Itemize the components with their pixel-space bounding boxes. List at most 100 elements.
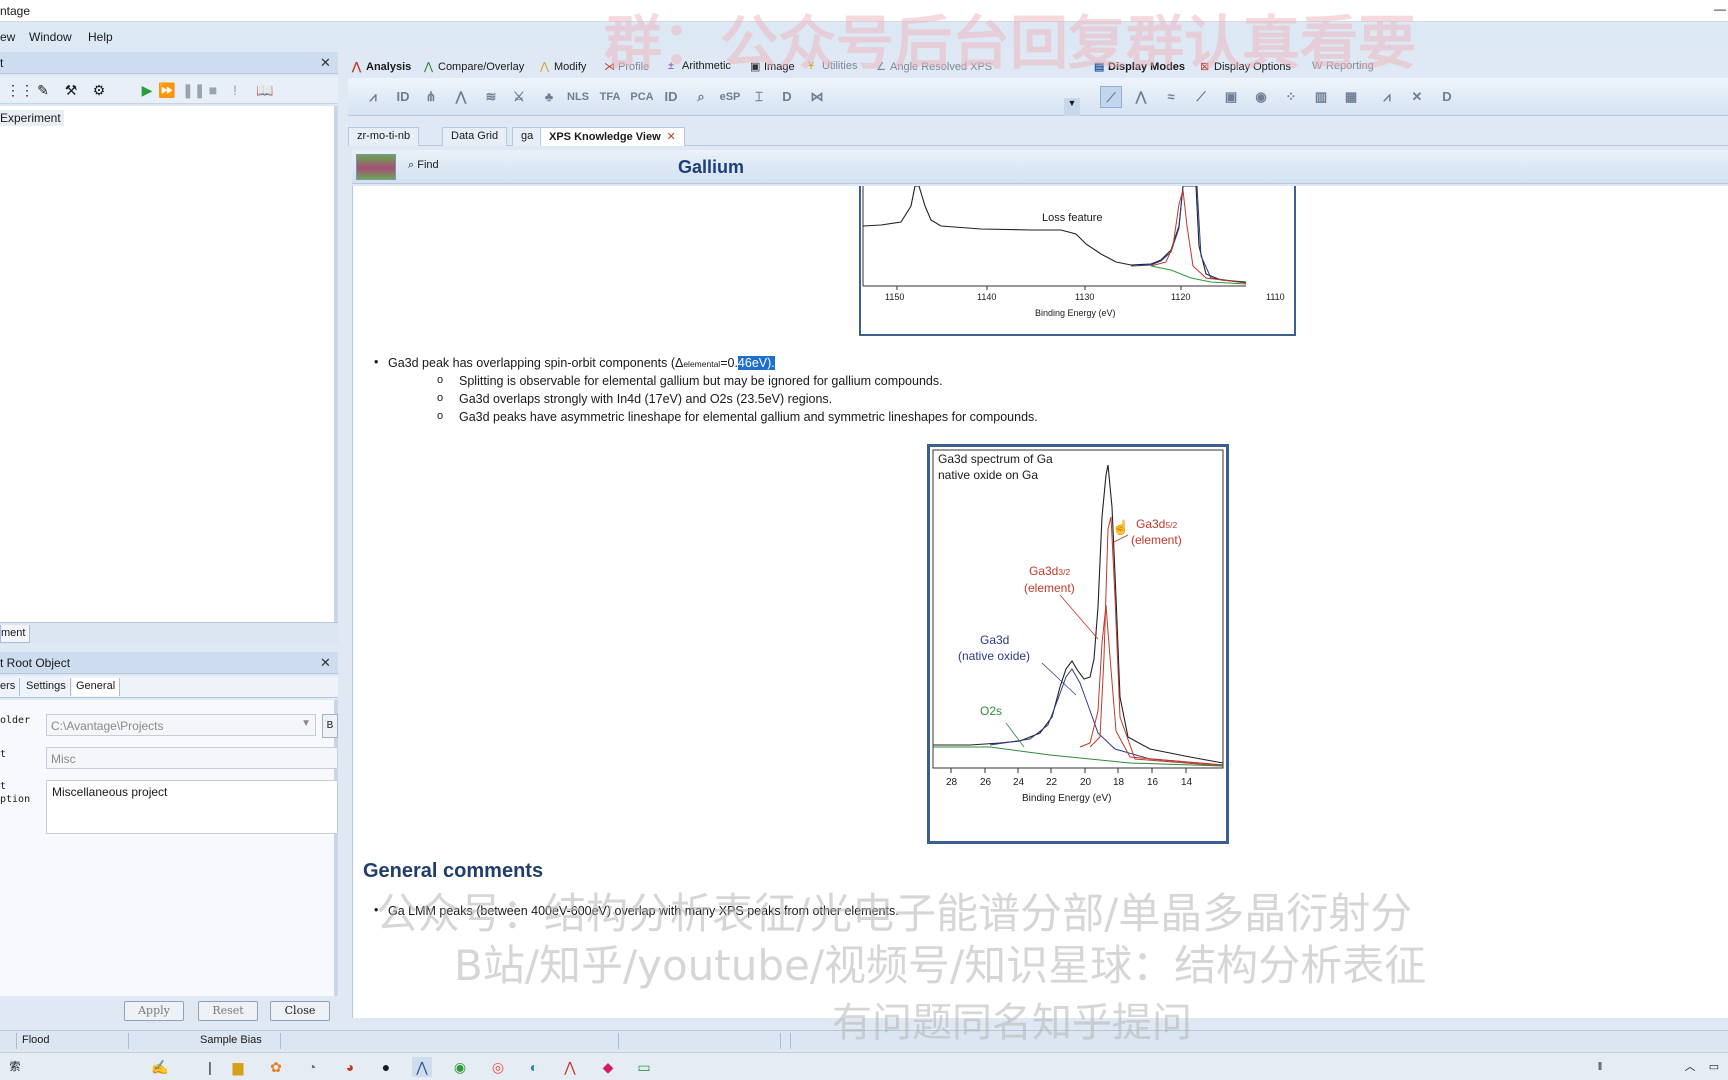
grid-icon[interactable]: ⋮⋮	[6, 81, 34, 99]
cluster-icon[interactable]: ♣	[538, 86, 560, 108]
tab-modify[interactable]: ⋀ Modify	[540, 60, 586, 73]
tab-reporting[interactable]: W Reporting	[1312, 60, 1374, 72]
ribbon-expand-icon[interactable]: ▼	[1064, 98, 1080, 116]
menu-window[interactable]: Window	[29, 30, 72, 44]
file-explorer-icon[interactable]: ▆	[228, 1057, 248, 1077]
display-box-icon[interactable]: ▣	[1220, 86, 1242, 108]
window-close-icon[interactable]: —	[1714, 2, 1728, 18]
close-tab-icon[interactable]: ✕	[667, 131, 676, 143]
find-button[interactable]: ⌕ Find	[408, 159, 439, 172]
name-field[interactable]: Misc	[46, 747, 338, 769]
selected-text[interactable]: 46eV).	[737, 356, 775, 370]
tab-zr-mo-ti-nb[interactable]: zr-mo-ti-nb	[348, 127, 420, 146]
tab-folders[interactable]: ers	[0, 678, 21, 696]
tab-profile[interactable]: ⋊ Profile	[604, 60, 649, 73]
periodic-table-icon[interactable]	[356, 154, 396, 180]
gear-icon[interactable]: ⚙	[90, 81, 108, 99]
list-item: Ga3d peaks have asymmetric lineshape for…	[437, 410, 1038, 424]
magnify-icon[interactable]: ⌕	[690, 86, 712, 108]
tab-display-options[interactable]: ⊠ Display Options	[1200, 60, 1291, 73]
tab-display-modes[interactable]: ▤ Display Modes	[1094, 60, 1185, 73]
app-icon[interactable]: ◆	[598, 1057, 618, 1077]
layers-icon[interactable]: ≋	[480, 86, 502, 108]
display-trend-icon[interactable]: ⟋	[1190, 86, 1212, 108]
pca-button[interactable]: PCA	[628, 86, 656, 108]
edge-icon[interactable]: ◐	[524, 1057, 544, 1077]
esp-button[interactable]: eSP	[716, 86, 744, 108]
experiment-tree[interactable]: Experiment	[0, 106, 338, 622]
taskbar-search[interactable]: 索	[0, 1057, 30, 1077]
tab-xps-knowledge-view[interactable]: XPS Knowledge View ✕	[540, 127, 685, 146]
ga3d-oxide-sub: (native oxide)	[958, 649, 1031, 663]
marker-icon[interactable]: ⋈	[806, 86, 828, 108]
element-title: Gallium	[678, 157, 745, 177]
tab-utilities[interactable]: Ұ Utilities	[808, 60, 857, 72]
avantage-icon[interactable]: ⋀	[412, 1057, 432, 1077]
play-icon[interactable]: ▶	[138, 81, 156, 99]
chrome-icon[interactable]: ◎	[488, 1057, 508, 1077]
tab-image[interactable]: ▣ Image	[750, 60, 795, 73]
app-icon[interactable]: ◔	[302, 1057, 322, 1077]
figure-title: Ga3d spectrum of Ga	[938, 452, 1053, 466]
tab-data-grid[interactable]: Data Grid	[442, 127, 508, 146]
qq-icon[interactable]: ●	[376, 1057, 396, 1077]
screen-icon[interactable]: ▭	[634, 1057, 654, 1077]
tick-label: 18	[1113, 777, 1125, 788]
menu-view[interactable]: ew	[0, 30, 15, 44]
nls-button[interactable]: NLS	[564, 86, 592, 108]
book-icon[interactable]: 📖	[256, 81, 274, 99]
height-icon[interactable]: ⌶	[748, 86, 770, 108]
close-button[interactable]: Close	[270, 1001, 330, 1021]
menu-help[interactable]: Help	[88, 30, 113, 44]
app-icon[interactable]: ✿	[266, 1057, 286, 1077]
tab-compare-overlay[interactable]: ⋀ Compare/Overlay	[424, 60, 524, 73]
axis-xy-icon[interactable]: ✕	[1406, 86, 1428, 108]
list-item: Ga LMM peaks (between 400eV-600eV) overl…	[374, 903, 899, 918]
tab-analysis[interactable]: ⋀ Analysis	[352, 60, 411, 73]
axis-energy-icon[interactable]: ⩘	[1376, 86, 1398, 108]
reset-button[interactable]: Reset	[198, 1001, 258, 1021]
tab-ga[interactable]: ga	[512, 127, 543, 146]
chevron-up-icon[interactable]: ︿	[1680, 1057, 1700, 1077]
tab-arithmetic[interactable]: ± Arithmetic	[668, 60, 731, 72]
stop-icon[interactable]: ■	[204, 81, 222, 99]
browse-button[interactable]: B	[322, 714, 338, 738]
ribbon-id-button[interactable]: ID	[392, 86, 414, 108]
display-line-icon[interactable]: ⟋	[1100, 86, 1122, 108]
tools-icon[interactable]: ⚔	[508, 86, 530, 108]
alert-icon[interactable]: !	[226, 81, 244, 99]
deriv-icon[interactable]: D	[776, 86, 798, 108]
peak-fit-icon[interactable]: ⩘	[362, 86, 384, 108]
spectrum-icon[interactable]: ⋀	[450, 86, 472, 108]
close-icon[interactable]: ✕	[320, 655, 331, 671]
folder-select[interactable]: C:\Avantage\Projects ▼	[46, 714, 316, 736]
display-bar-icon[interactable]: ▥	[1310, 86, 1332, 108]
tfa-button[interactable]: TFA	[596, 86, 624, 108]
tab-reporting-label: Reporting	[1326, 60, 1374, 72]
description-field[interactable]: Miscellaneous project	[46, 780, 338, 834]
tab-general[interactable]: General	[72, 678, 121, 696]
tool-icon[interactable]: ⚒	[62, 81, 80, 99]
knowledge-content: Loss feature 1150 1140 1130 1120 1110 Bi…	[352, 186, 1728, 1018]
display-grid-icon[interactable]: ▦	[1340, 86, 1362, 108]
pencil-icon[interactable]: ✎	[34, 81, 52, 99]
axis-d-icon[interactable]: D	[1436, 86, 1458, 108]
tree-item-experiment[interactable]: Experiment	[0, 110, 64, 126]
display-stack-icon[interactable]: ≈	[1160, 86, 1182, 108]
pause-icon[interactable]: ❚❚	[182, 81, 205, 99]
tab-angle-resolved-xps[interactable]: ∠ Angle Resolved XPS	[876, 60, 992, 73]
display-scatter-icon[interactable]: ⁘	[1280, 86, 1302, 108]
ribbon-id2-button[interactable]: ID	[660, 86, 682, 108]
display-globe-icon[interactable]: ◉	[1250, 86, 1272, 108]
acrobat-icon[interactable]: ⋀	[560, 1057, 580, 1077]
tab-experiment[interactable]: ment	[0, 625, 31, 643]
app-icon[interactable]: ◕	[340, 1057, 360, 1077]
peak-id-icon[interactable]: ⋔	[420, 86, 442, 108]
play-all-icon[interactable]: ⏩	[158, 81, 176, 99]
apply-button[interactable]: Apply	[124, 1001, 184, 1021]
wechat-icon[interactable]: ◉	[450, 1057, 470, 1077]
divider	[780, 1033, 781, 1049]
display-overlay-icon[interactable]: ⋀	[1130, 86, 1152, 108]
tab-settings[interactable]: Settings	[22, 678, 71, 696]
close-icon[interactable]: ✕	[320, 55, 331, 71]
